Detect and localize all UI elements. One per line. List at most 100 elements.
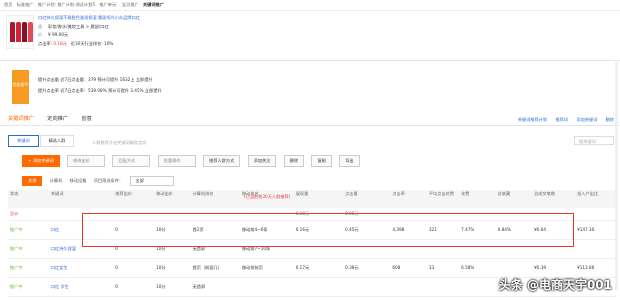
filter-label: 项目筛选条件： [93,178,124,183]
col-status[interactable]: 状态 [8,190,49,208]
table-cell[interactable] [343,277,391,297]
table-cell: 移动前前页 [239,258,294,278]
optimizer-badge: 优化助手 [12,70,29,104]
scrollbar[interactable] [615,60,618,290]
audience-button[interactable]: 推荐人群方式 [203,155,241,167]
keyword-cell[interactable]: 口红 学生 [48,277,114,297]
filter-select[interactable]: 全部 [130,176,175,186]
status-cell[interactable]: 推广中 [8,239,49,259]
status-cell[interactable]: 推广中 [8,220,49,240]
product-info: 口红持久保湿不易脱色滋润保湿 雾面哑光小众品牌口红 类彩妆/香水/美妆工具 > … [38,14,140,48]
watermark-text: 头条 @电商天宇001 [498,278,612,292]
crumb-item[interactable]: 宝贝推广 [122,2,139,7]
follow-button[interactable]: 添加关注 [247,155,277,167]
table-cell[interactable]: 10分 [154,277,191,297]
crumb-plan[interactable]: 推广计划: 推广计划-测试计划5 [38,2,95,7]
breadcrumb: 首页 标准推广 推广计划: 推广计划-测试计划5 推广单元: 宝贝推广 关键词推… [4,2,167,8]
col-avg-cpc[interactable]: 平均点击花费 [426,190,460,208]
add-keyword-button[interactable]: + 添加关键词 [22,155,60,167]
match-select[interactable]: 匹配方式 [112,155,151,167]
pc-toggle[interactable]: 计算机 [50,178,63,183]
product-title[interactable]: 口红持久保湿不易脱色滋润保湿 雾面哑光小众品牌口红 [38,14,140,23]
tab-actions: 关键词推荐计划 推荐词 添加关键词 删除 [511,117,614,123]
col-pc-rank[interactable]: 计算机排名 [190,190,240,208]
col-mobile-bid[interactable]: 移动出价 [154,190,191,208]
table-cell: 608 [390,258,427,278]
table-cell: 无首屏 [190,277,240,297]
divider [0,10,620,11]
sub-tabs: 关键词 精选人群 [8,135,75,147]
table-cell[interactable] [293,277,344,297]
table-row[interactable]: 推广中 口红女生 0 10分 首页（前面几） 移动前前页 0.17元 0.38元… [8,258,616,278]
table-cell: 0 [113,258,155,278]
tab-creative[interactable]: 创意 [81,115,91,125]
lipstick-image [16,22,21,42]
col-cost[interactable]: 花费 [459,190,496,208]
table-cell [426,277,460,297]
table-cell: 6.58% [459,258,496,278]
table-cell[interactable]: 10分 [154,258,191,278]
category-label: 类 [38,23,43,29]
optimization-panel: 优化助手 提升点击量 近7日点击量：379 预计可提升 1632上 立即提升 提… [8,65,620,107]
delete-link[interactable]: 删除 [606,117,614,122]
col-keyword[interactable]: 关键词 [48,190,114,208]
keyword-cell[interactable]: 口红女生 [48,258,114,278]
table-cell [459,277,496,297]
table-cell: 总计 [8,208,49,221]
table-cell[interactable]: 0.17元 [293,258,344,278]
recommend-plan-link[interactable]: 关键词推荐计划 [518,117,547,122]
col-roi[interactable]: 投入产出比 [575,190,616,208]
filter-all-button[interactable]: 全部 [22,176,43,186]
table-cell [575,239,616,259]
table-cell: 首页（前面几） [190,258,240,278]
highlight-box [82,213,574,247]
table-cell: ¥0.39 [532,258,576,278]
lipstick-image [22,22,27,42]
col-orders[interactable]: 总成交笔数 [532,190,576,208]
bid-select[interactable]: 修改出价 [67,155,106,167]
subtab-keyword[interactable]: 关键词 [8,135,39,147]
status-cell[interactable]: 推广中 [8,258,49,278]
table-cell[interactable]: 0.38元 [343,258,391,278]
tab-targeting[interactable]: 定向推广 [47,115,68,125]
subtab-audience[interactable]: 精选人群 [39,135,75,147]
promo-row-clicks[interactable]: 提升点击量 近7日点击量：379 预计可提升 1632上 立即提升 [38,77,153,83]
table-cell: ¥113.86 [575,258,616,278]
price-label: 价 [38,32,43,38]
table-cell [390,277,427,297]
search-input[interactable]: 搜关键词 [574,136,614,145]
col-clicks[interactable]: 点击量 [343,190,391,208]
lipstick-image [28,22,33,42]
col-rec-bid[interactable]: 推荐出价 [113,190,155,208]
toolbar: + 添加关键词 修改出价 匹配方式 批量操作 推荐人群方式 添加关注 删除 复制… [22,155,366,167]
table-header: 状态 关键词 推荐出价 移动出价 计算机排名 移动排名 展现量 点击量 点击率 … [8,190,616,208]
crumb-std[interactable]: 标准推广 [17,2,34,7]
copy-button[interactable]: 复制 [311,155,332,167]
col-ctr[interactable]: 点击率 [390,190,427,208]
divider [0,125,620,126]
batch-select[interactable]: 批量操作 [157,155,196,167]
recommend-words-link[interactable]: 推荐词 [555,117,568,122]
col-impressions[interactable]: 展现量 [293,190,344,208]
table-cell [575,208,616,221]
crumb-current: 关键词推广 [142,2,164,7]
ctr-value: 0.18元 [53,40,67,46]
promo-row-ctr[interactable]: 提升点击率 近7日点击率：539.08% 预计可提升 3.45% 立即提升 [38,88,162,94]
crumb-unit[interactable]: 推广单元: [99,2,117,7]
mobile-toggle[interactable]: 移动设备 [70,178,87,183]
table-cell: ¥147.30 [575,220,616,240]
col-favorites[interactable]: 总收藏 [495,190,533,208]
delete-button[interactable]: 删除 [283,155,305,167]
column-hint: (已当前前30天人群推荐) [244,194,291,199]
table-cell [495,258,533,278]
product-price: ¥ 99.00元 [48,32,69,38]
ctr-label: 点击率: [38,40,52,46]
rank-value: 10% [104,40,114,46]
status-cell[interactable]: 推广中 [8,277,49,297]
product-thumbnail[interactable] [6,15,34,49]
add-keyword-link[interactable]: 添加关键词 [576,117,597,122]
crumb-home[interactable]: 首页 [4,2,12,7]
filter-bar: 全部 计算机 移动设备 项目筛选条件： 全部 [22,176,175,186]
export-button[interactable]: 导出 [339,155,360,167]
table-cell: 0 [113,277,155,297]
